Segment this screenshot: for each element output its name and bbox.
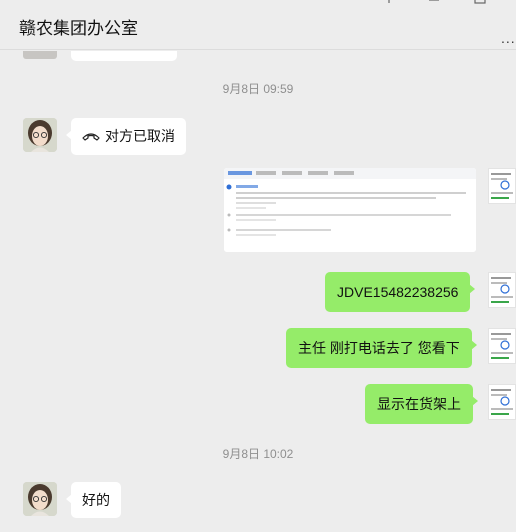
message-text: 好的: [82, 492, 110, 508]
avatar[interactable]: [488, 384, 516, 420]
avatar[interactable]: [488, 328, 516, 364]
message-bubble[interactable]: 显示在货架上: [365, 384, 478, 424]
avatar[interactable]: [23, 482, 57, 516]
message-bubble[interactable]: 对方已取消: [66, 118, 186, 156]
phone-hangup-icon: [82, 127, 100, 147]
message-text: JDVE15482238256: [337, 284, 459, 300]
title-bar: 赣农集团办公室 ...: [0, 0, 516, 50]
message-bubble[interactable]: 主任 刚打电话去了 您看下: [286, 328, 477, 368]
image-message[interactable]: [224, 168, 476, 252]
maximize-icon[interactable]: [474, 0, 486, 8]
message-text: 显示在货架上: [377, 396, 461, 412]
message-text: 主任 刚打电话去了 您看下: [298, 340, 460, 356]
avatar[interactable]: [23, 51, 57, 59]
message-bubble[interactable]: JDVE15482238256: [325, 272, 476, 312]
timestamp: 9月8日 09:59: [222, 82, 294, 96]
message-bubble-partial[interactable]: [71, 51, 177, 61]
timestamp: 9月8日 10:02: [222, 447, 294, 461]
pin-icon[interactable]: [384, 0, 394, 8]
avatar[interactable]: [23, 118, 57, 152]
minimize-icon[interactable]: [428, 0, 440, 8]
message-text: 对方已取消: [105, 128, 175, 144]
chat-title: 赣农集团办公室: [19, 19, 138, 38]
message-bubble[interactable]: 好的: [66, 482, 121, 518]
avatar[interactable]: [488, 272, 516, 308]
avatar[interactable]: [488, 168, 516, 204]
screenshot-thumbnail: [224, 168, 476, 252]
more-options-icon[interactable]: ...: [501, 30, 516, 46]
